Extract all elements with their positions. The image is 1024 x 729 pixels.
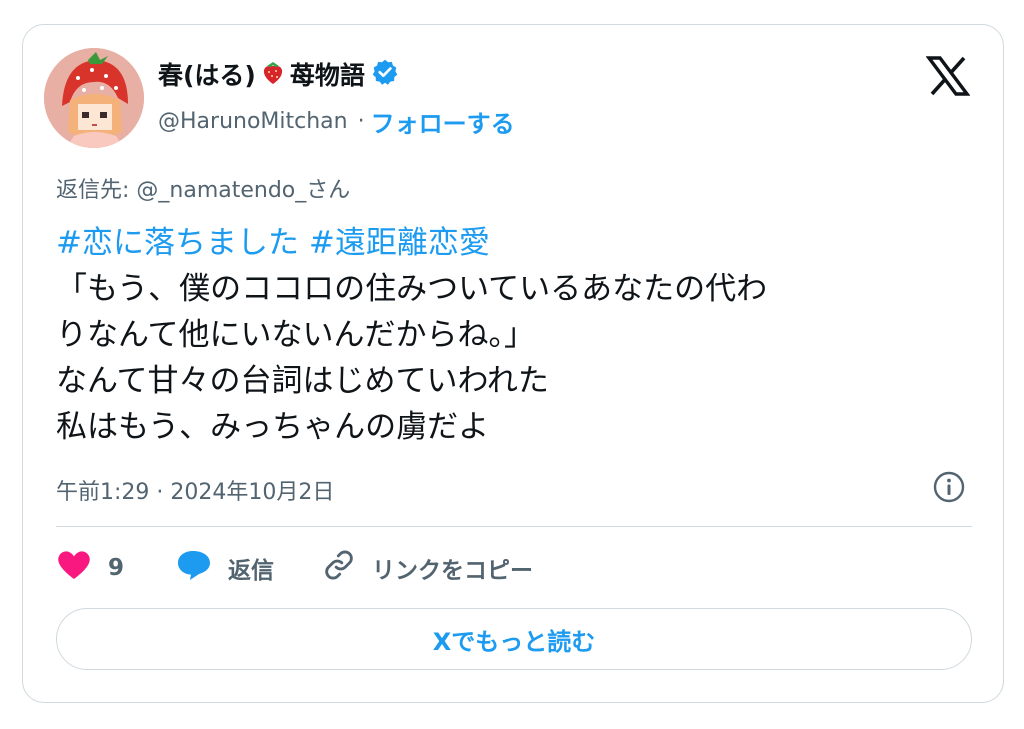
author-name-row[interactable]: 春(はる) 苺物語 xyxy=(158,56,399,92)
hashtag-link[interactable]: #恋に落ちました xyxy=(56,225,299,261)
heart-icon xyxy=(56,549,92,587)
follow-button[interactable]: フォローする xyxy=(371,104,515,139)
avatar-image xyxy=(44,48,144,148)
reply-button[interactable]: 返信 xyxy=(176,549,274,587)
like-button[interactable]: 9 xyxy=(56,549,124,587)
read-more-on-x-button[interactable]: Xでもっと読む xyxy=(56,608,972,670)
hashtag-line: #恋に落ちました #遠距離恋愛 xyxy=(56,220,976,266)
author-handle[interactable]: @HarunoMitchan xyxy=(158,109,348,134)
tweet-line: なんて甘々の台詞はじめていわれた xyxy=(56,363,549,399)
link-icon xyxy=(322,548,356,588)
tweet-line: りなんて他にいないんだからね。」 xyxy=(56,317,535,353)
reply-label: 返信 xyxy=(228,558,275,584)
strawberry-emoji-icon xyxy=(262,59,284,89)
copy-link-label: リンクをコピー xyxy=(372,558,534,584)
avatar[interactable] xyxy=(44,48,144,148)
tweet-line: 私はもう、みっちゃんの虜だよ xyxy=(56,409,490,445)
like-count: 9 xyxy=(108,555,125,581)
separator-dot: · xyxy=(357,109,365,134)
info-icon[interactable] xyxy=(932,470,966,504)
handle-row: @HarunoMitchan · フォローする xyxy=(158,104,515,139)
speech-bubble-icon xyxy=(176,549,212,587)
tweet-text: #恋に落ちました #遠距離恋愛 「もう、僕のココロの住みついているあなたの代わ … xyxy=(56,220,976,450)
copy-link-button[interactable]: リンクをコピー xyxy=(322,548,533,588)
divider xyxy=(56,526,972,527)
timestamp-link[interactable]: 午前1:29 · 2024年10月2日 xyxy=(56,474,334,506)
action-bar: 9 返信 リンクをコピー xyxy=(56,548,533,588)
reply-to-label: 返信先: @_namatendo_さん xyxy=(56,178,351,203)
author-name[interactable]: 春(はる) xyxy=(158,56,256,92)
tweet-line: 「もう、僕のココロの住みついているあなたの代わ xyxy=(56,271,768,307)
x-logo-icon[interactable] xyxy=(925,56,971,96)
hashtag-link[interactable]: #遠距離恋愛 xyxy=(309,225,490,261)
verified-badge-icon xyxy=(371,58,399,90)
author-name-suffix[interactable]: 苺物語 xyxy=(290,56,365,92)
read-more-label: Xでもっと読む xyxy=(432,627,596,656)
